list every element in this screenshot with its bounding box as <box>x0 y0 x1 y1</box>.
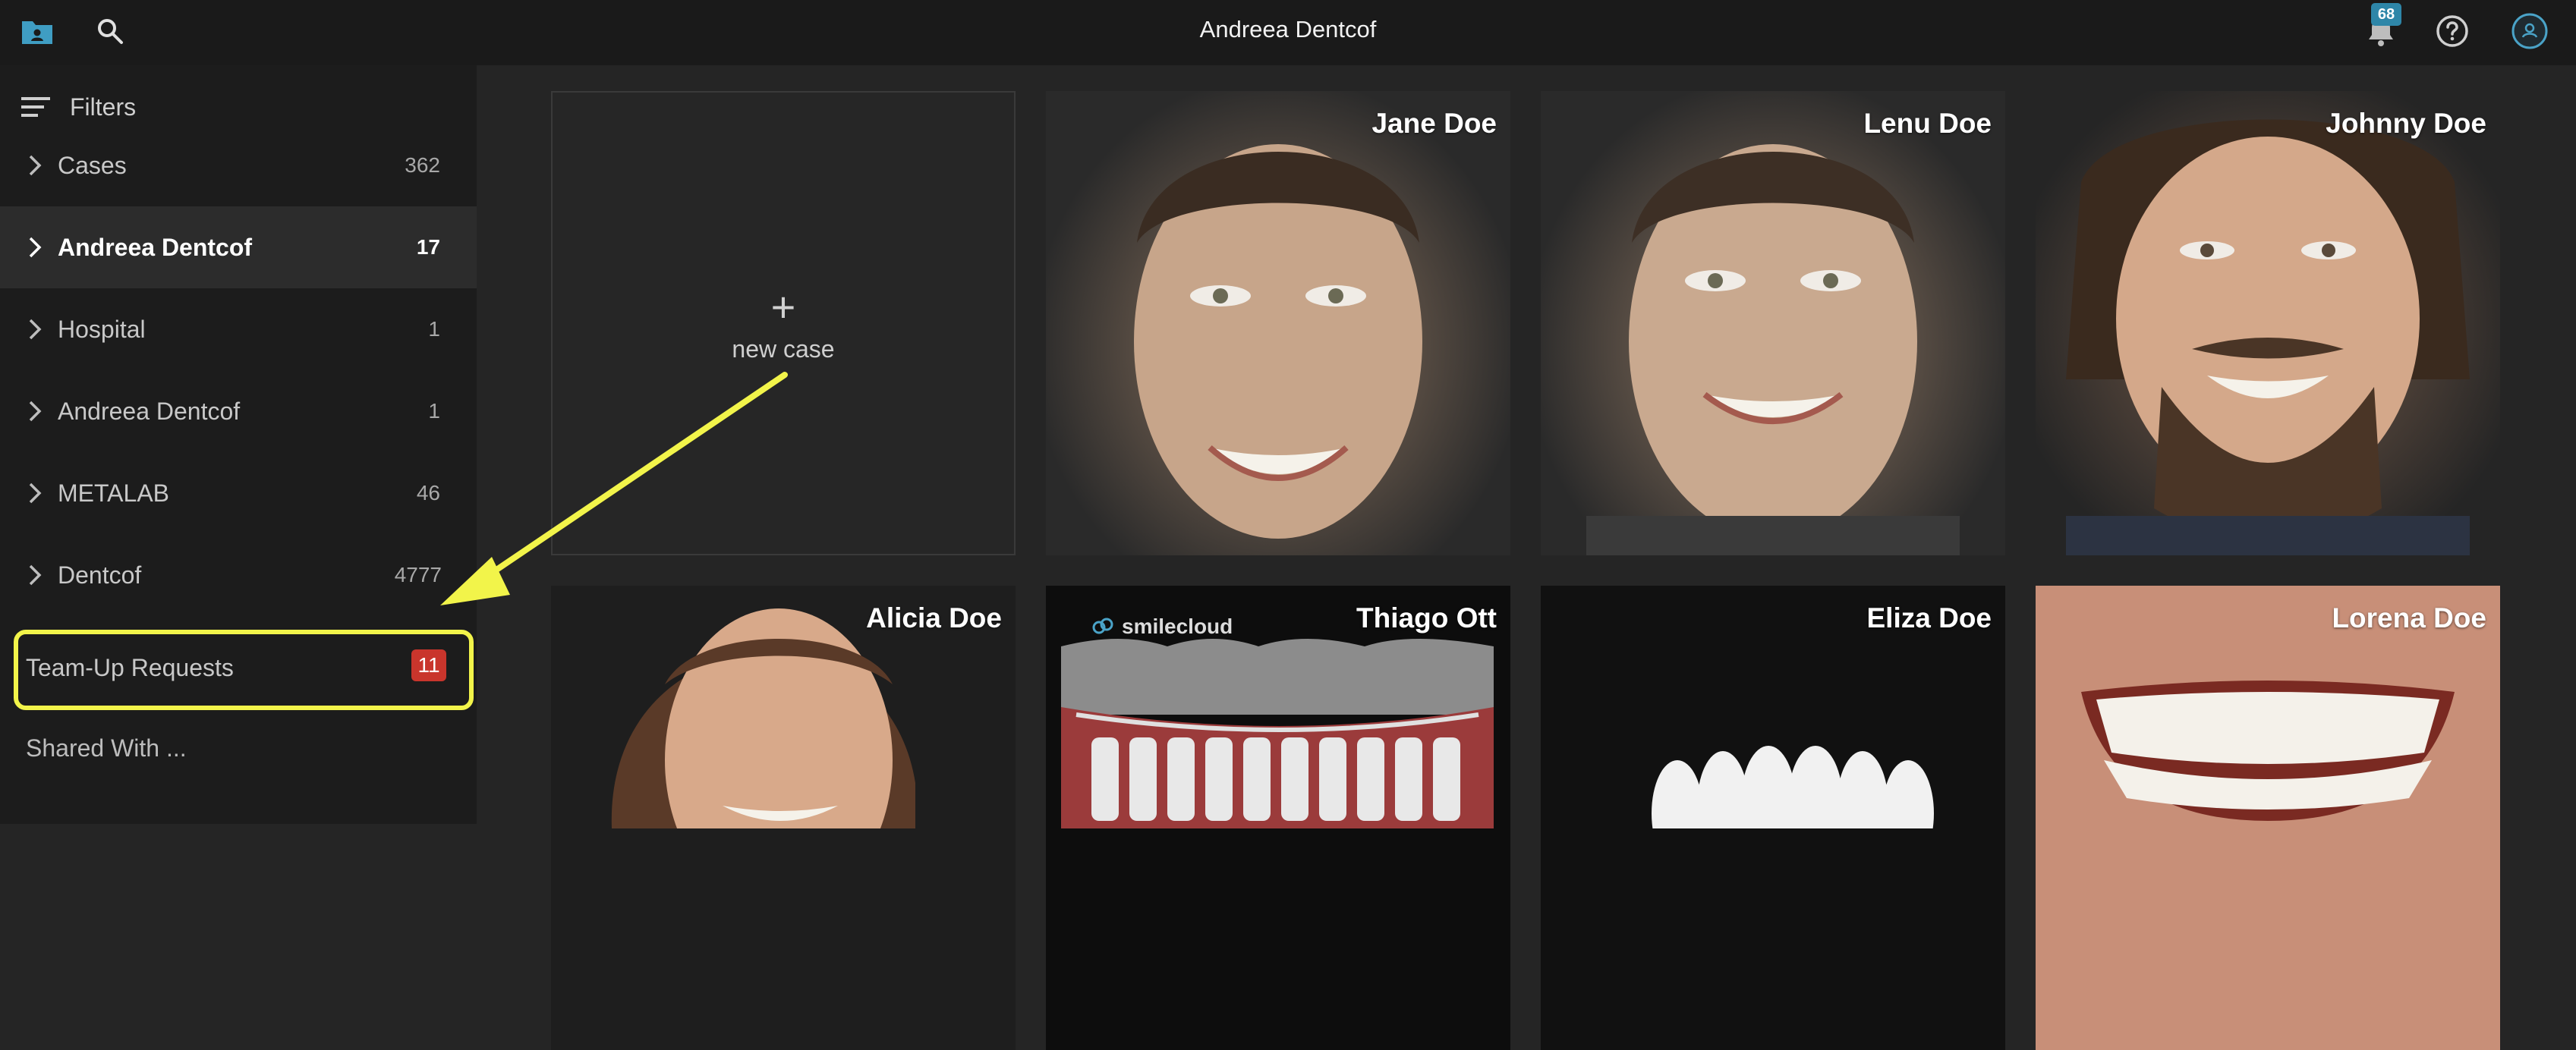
case-card-name: Lorena Doe <box>2332 602 2486 633</box>
case-card-lenu-doe[interactable]: Lenu Doe <box>1541 91 2005 555</box>
filters-toggle[interactable]: Filters <box>21 88 136 126</box>
case-card-lorena-doe[interactable]: Lorena Doe <box>2036 586 2500 1050</box>
sidebar-item-metalab[interactable]: METALAB 46 <box>0 452 477 534</box>
chevron-right-icon <box>29 237 42 258</box>
sidebar-item-label: Hospital <box>58 315 146 343</box>
chevron-right-icon <box>29 155 42 176</box>
sidebar-item-count: 17 <box>416 235 440 259</box>
sidebar-item-count: 46 <box>416 481 440 505</box>
team-up-requests-link[interactable]: Team-Up Requests <box>26 654 234 682</box>
patient-photo <box>1134 144 1422 539</box>
sidebar-item-andreea-dentcof[interactable]: Andreea Dentcof 17 <box>0 206 477 288</box>
sidebar-item-count: 1 <box>428 399 440 423</box>
team-up-requests-count-badge: 11 <box>411 649 446 681</box>
sidebar-item-label: Andreea Dentcof <box>58 233 253 261</box>
plus-icon: + <box>770 283 796 331</box>
new-case-button[interactable]: + new case <box>551 91 1016 555</box>
sidebar-item-count: 4777 <box>394 563 442 586</box>
patient-photo <box>2066 119 2470 555</box>
sidebar-item-label: METALAB <box>58 479 169 507</box>
case-card-name: Thiago Ott <box>1356 602 1497 633</box>
notification-count-badge: 68 <box>2371 3 2401 26</box>
sidebar: Filters Cases 362 Andreea Dentcof 17 Hos… <box>0 65 477 824</box>
case-card-johnny-doe[interactable]: Johnny Doe <box>2036 91 2500 555</box>
page-title: Andreea Dentcof <box>1199 16 1377 42</box>
sidebar-item-label: Dentcof <box>58 561 142 589</box>
patient-photo <box>1586 144 1960 555</box>
sidebar-item-label: Cases <box>58 151 127 179</box>
case-card-jane-doe[interactable]: Jane Doe <box>1046 91 1510 555</box>
sidebar-item-count: 1 <box>428 317 440 341</box>
shared-with-link[interactable]: Shared With ... <box>26 734 187 762</box>
new-case-label: new case <box>732 335 835 363</box>
sidebar-item-andreea-dentcof-2[interactable]: Andreea Dentcof 1 <box>0 370 477 452</box>
help-icon[interactable] <box>2433 12 2471 50</box>
case-card-name: Jane Doe <box>1371 108 1497 139</box>
case-card-name: Alicia Doe <box>866 602 1002 633</box>
account-avatar-icon[interactable] <box>2511 12 2549 50</box>
case-card-name: Lenu Doe <box>1863 108 1992 139</box>
filter-list-icon <box>21 97 50 117</box>
sidebar-item-count: 362 <box>405 153 440 177</box>
sidebar-item-hospital[interactable]: Hospital 1 <box>0 288 477 370</box>
case-card-name: Johnny Doe <box>2326 108 2486 139</box>
case-card-thiago-ott[interactable]: smilecloud Thiago Ott <box>1046 586 1510 1050</box>
chevron-right-icon <box>29 483 42 504</box>
filters-label: Filters <box>70 93 137 121</box>
chevron-right-icon <box>29 319 42 340</box>
case-card-eliza-doe[interactable]: Eliza Doe <box>1541 586 2005 1050</box>
case-card-alicia-doe[interactable]: Alicia Doe <box>551 586 1016 1050</box>
sidebar-item-cases[interactable]: Cases 362 <box>0 124 477 206</box>
chevron-right-icon <box>29 401 42 422</box>
case-card-name: Eliza Doe <box>1866 602 1992 633</box>
sidebar-item-label: Andreea Dentcof <box>58 397 241 425</box>
top-bar: Andreea Dentcof 68 <box>0 0 2576 65</box>
chevron-right-icon <box>29 564 42 586</box>
sidebar-item-dentcof[interactable]: Dentcof 4777 <box>0 534 477 616</box>
